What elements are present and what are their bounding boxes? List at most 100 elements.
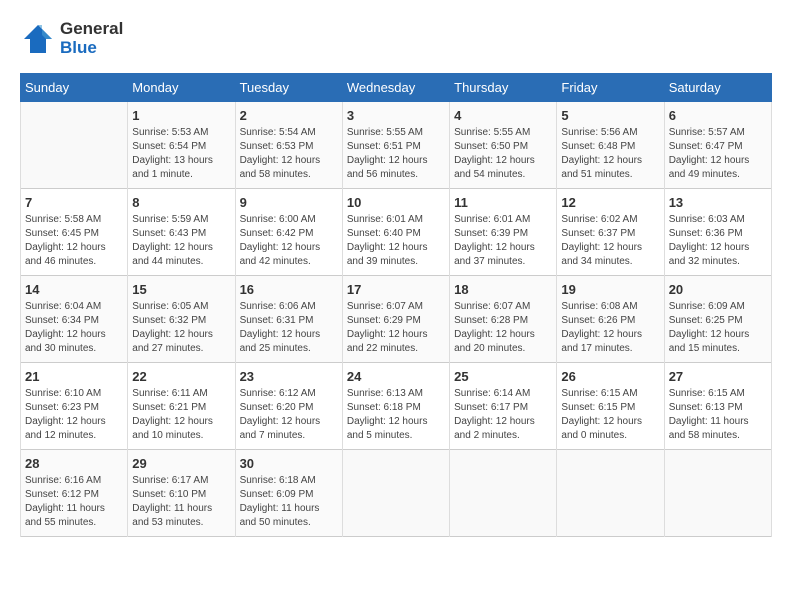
day-number: 26 xyxy=(561,369,659,384)
cell-info: Sunrise: 6:12 AM Sunset: 6:20 PM Dayligh… xyxy=(240,387,338,443)
day-number: 27 xyxy=(669,369,767,384)
calendar-header-row: SundayMondayTuesdayWednesdayThursdayFrid… xyxy=(21,74,772,102)
day-number: 19 xyxy=(561,282,659,297)
cell-info: Sunrise: 6:10 AM Sunset: 6:23 PM Dayligh… xyxy=(25,387,123,443)
cell-info: Sunrise: 5:56 AM Sunset: 6:48 PM Dayligh… xyxy=(561,126,659,182)
calendar-week-1: 1 Sunrise: 5:53 AM Sunset: 6:54 PM Daylig… xyxy=(21,102,772,189)
calendar-week-3: 14Sunrise: 6:04 AM Sunset: 6:34 PM Dayli… xyxy=(21,276,772,363)
cell-info: Sunrise: 5:55 AM Sunset: 6:51 PM Dayligh… xyxy=(347,126,445,182)
day-number: 22 xyxy=(132,369,230,384)
header-monday: Monday xyxy=(128,74,235,102)
calendar-cell: 4 Sunrise: 5:55 AM Sunset: 6:50 PM Daylig… xyxy=(450,102,557,189)
header-sunday: Sunday xyxy=(21,74,128,102)
cell-info: Sunrise: 5:59 AM Sunset: 6:43 PM Dayligh… xyxy=(132,213,230,269)
cell-info: Sunrise: 6:17 AM Sunset: 6:10 PM Dayligh… xyxy=(132,474,230,530)
calendar-cell: 7 Sunrise: 5:58 AM Sunset: 6:45 PM Daylig… xyxy=(21,189,128,276)
calendar-cell: 28 Sunrise: 6:16 AM Sunset: 6:12 PM Dayli… xyxy=(21,450,128,537)
calendar-cell xyxy=(342,450,449,537)
calendar-cell: 12Sunrise: 6:02 AM Sunset: 6:37 PM Dayli… xyxy=(557,189,664,276)
header-saturday: Saturday xyxy=(664,74,771,102)
cell-info: Sunrise: 5:55 AM Sunset: 6:50 PM Dayligh… xyxy=(454,126,552,182)
logo: General Blue xyxy=(20,20,123,57)
day-number: 6 xyxy=(669,108,767,123)
header-thursday: Thursday xyxy=(450,74,557,102)
day-number: 18 xyxy=(454,282,552,297)
calendar-cell: 1 Sunrise: 5:53 AM Sunset: 6:54 PM Daylig… xyxy=(128,102,235,189)
calendar-week-5: 28 Sunrise: 6:16 AM Sunset: 6:12 PM Dayli… xyxy=(21,450,772,537)
cell-info: Sunrise: 6:15 AM Sunset: 6:13 PM Dayligh… xyxy=(669,387,767,443)
cell-info: Sunrise: 5:58 AM Sunset: 6:45 PM Dayligh… xyxy=(25,213,123,269)
calendar-cell: 14Sunrise: 6:04 AM Sunset: 6:34 PM Dayli… xyxy=(21,276,128,363)
day-number: 15 xyxy=(132,282,230,297)
cell-info: Sunrise: 5:54 AM Sunset: 6:53 PM Dayligh… xyxy=(240,126,338,182)
cell-info: Sunrise: 6:06 AM Sunset: 6:31 PM Dayligh… xyxy=(240,300,338,356)
day-number: 21 xyxy=(25,369,123,384)
cell-info: Sunrise: 6:01 AM Sunset: 6:40 PM Dayligh… xyxy=(347,213,445,269)
calendar-cell: 9Sunrise: 6:00 AM Sunset: 6:42 PM Daylig… xyxy=(235,189,342,276)
day-number: 28 xyxy=(25,456,123,471)
day-number: 17 xyxy=(347,282,445,297)
cell-info: Sunrise: 6:09 AM Sunset: 6:25 PM Dayligh… xyxy=(669,300,767,356)
day-number: 9 xyxy=(240,195,338,210)
calendar-cell: 21 Sunrise: 6:10 AM Sunset: 6:23 PM Dayli… xyxy=(21,363,128,450)
day-number: 10 xyxy=(347,195,445,210)
calendar-cell: 23 Sunrise: 6:12 AM Sunset: 6:20 PM Dayli… xyxy=(235,363,342,450)
calendar-cell: 18Sunrise: 6:07 AM Sunset: 6:28 PM Dayli… xyxy=(450,276,557,363)
calendar-cell: 6 Sunrise: 5:57 AM Sunset: 6:47 PM Daylig… xyxy=(664,102,771,189)
day-number: 25 xyxy=(454,369,552,384)
cell-info: Sunrise: 6:11 AM Sunset: 6:21 PM Dayligh… xyxy=(132,387,230,443)
day-number: 2 xyxy=(240,108,338,123)
day-number: 8 xyxy=(132,195,230,210)
calendar-cell: 3Sunrise: 5:55 AM Sunset: 6:51 PM Daylig… xyxy=(342,102,449,189)
calendar-cell: 8 Sunrise: 5:59 AM Sunset: 6:43 PM Daylig… xyxy=(128,189,235,276)
cell-info: Sunrise: 6:18 AM Sunset: 6:09 PM Dayligh… xyxy=(240,474,338,530)
cell-info: Sunrise: 6:13 AM Sunset: 6:18 PM Dayligh… xyxy=(347,387,445,443)
logo-general: General xyxy=(60,20,123,39)
calendar-table: SundayMondayTuesdayWednesdayThursdayFrid… xyxy=(20,73,772,537)
cell-info: Sunrise: 6:01 AM Sunset: 6:39 PM Dayligh… xyxy=(454,213,552,269)
cell-info: Sunrise: 5:57 AM Sunset: 6:47 PM Dayligh… xyxy=(669,126,767,182)
day-number: 16 xyxy=(240,282,338,297)
calendar-cell: 5 Sunrise: 5:56 AM Sunset: 6:48 PM Daylig… xyxy=(557,102,664,189)
calendar-cell xyxy=(450,450,557,537)
cell-info: Sunrise: 6:16 AM Sunset: 6:12 PM Dayligh… xyxy=(25,474,123,530)
calendar-cell: 10 Sunrise: 6:01 AM Sunset: 6:40 PM Dayli… xyxy=(342,189,449,276)
calendar-week-4: 21 Sunrise: 6:10 AM Sunset: 6:23 PM Dayli… xyxy=(21,363,772,450)
calendar-cell: 11 Sunrise: 6:01 AM Sunset: 6:39 PM Dayli… xyxy=(450,189,557,276)
day-number: 11 xyxy=(454,195,552,210)
calendar-cell: 2 Sunrise: 5:54 AM Sunset: 6:53 PM Daylig… xyxy=(235,102,342,189)
day-number: 12 xyxy=(561,195,659,210)
day-number: 13 xyxy=(669,195,767,210)
header-tuesday: Tuesday xyxy=(235,74,342,102)
cell-info: Sunrise: 6:04 AM Sunset: 6:34 PM Dayligh… xyxy=(25,300,123,356)
cell-info: Sunrise: 6:07 AM Sunset: 6:29 PM Dayligh… xyxy=(347,300,445,356)
header-wednesday: Wednesday xyxy=(342,74,449,102)
cell-info: Sunrise: 6:03 AM Sunset: 6:36 PM Dayligh… xyxy=(669,213,767,269)
day-number: 4 xyxy=(454,108,552,123)
day-number: 23 xyxy=(240,369,338,384)
calendar-cell: 24 Sunrise: 6:13 AM Sunset: 6:18 PM Dayli… xyxy=(342,363,449,450)
calendar-week-2: 7 Sunrise: 5:58 AM Sunset: 6:45 PM Daylig… xyxy=(21,189,772,276)
calendar-cell xyxy=(664,450,771,537)
calendar-cell: 13 Sunrise: 6:03 AM Sunset: 6:36 PM Dayli… xyxy=(664,189,771,276)
cell-info: Sunrise: 5:53 AM Sunset: 6:54 PM Dayligh… xyxy=(132,126,230,182)
logo-blue: Blue xyxy=(60,39,123,58)
calendar-cell: 22 Sunrise: 6:11 AM Sunset: 6:21 PM Dayli… xyxy=(128,363,235,450)
cell-info: Sunrise: 6:05 AM Sunset: 6:32 PM Dayligh… xyxy=(132,300,230,356)
calendar-cell: 30 Sunrise: 6:18 AM Sunset: 6:09 PM Dayli… xyxy=(235,450,342,537)
day-number: 30 xyxy=(240,456,338,471)
logo-text: General Blue xyxy=(60,20,123,57)
day-number: 24 xyxy=(347,369,445,384)
day-number: 1 xyxy=(132,108,230,123)
logo-icon xyxy=(20,21,56,57)
cell-info: Sunrise: 6:14 AM Sunset: 6:17 PM Dayligh… xyxy=(454,387,552,443)
calendar-cell: 27 Sunrise: 6:15 AM Sunset: 6:13 PM Dayli… xyxy=(664,363,771,450)
page-header: General Blue xyxy=(20,20,772,57)
cell-info: Sunrise: 6:15 AM Sunset: 6:15 PM Dayligh… xyxy=(561,387,659,443)
calendar-cell: 15 Sunrise: 6:05 AM Sunset: 6:32 PM Dayli… xyxy=(128,276,235,363)
calendar-cell: 26 Sunrise: 6:15 AM Sunset: 6:15 PM Dayli… xyxy=(557,363,664,450)
day-number: 7 xyxy=(25,195,123,210)
day-number: 5 xyxy=(561,108,659,123)
day-number: 20 xyxy=(669,282,767,297)
calendar-cell: 29Sunrise: 6:17 AM Sunset: 6:10 PM Dayli… xyxy=(128,450,235,537)
